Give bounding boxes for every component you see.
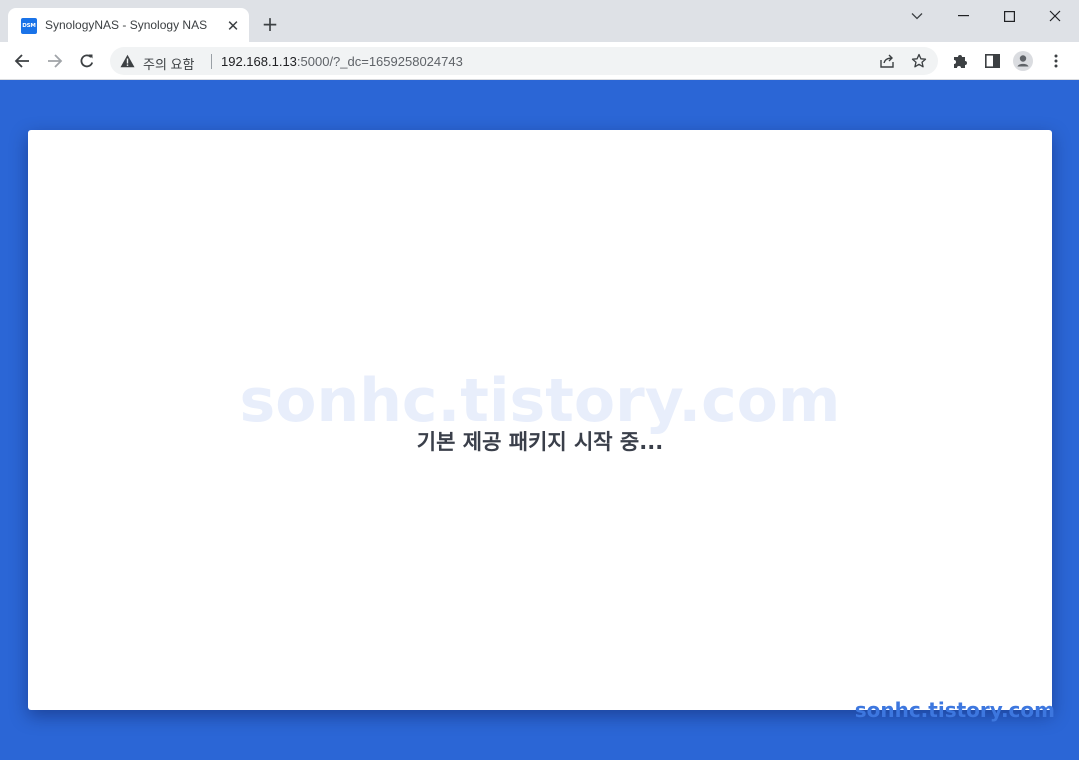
- back-arrow-icon: [14, 54, 29, 68]
- minimize-button[interactable]: [940, 0, 986, 32]
- share-button[interactable]: [878, 52, 896, 70]
- loading-status-text: 기본 제공 패키지 시작 중...: [416, 430, 664, 454]
- url-text[interactable]: 192.168.1.13:5000/?_dc=1659258024743: [221, 54, 463, 69]
- side-panel-icon: [984, 54, 1000, 68]
- tab-strip: DSM SynologyNAS - Synology NAS ✕ +: [0, 0, 1079, 42]
- close-icon: [1049, 10, 1061, 22]
- browser-menu-button[interactable]: [1046, 51, 1066, 71]
- tab-search-button[interactable]: [894, 0, 940, 32]
- side-panel-button[interactable]: [982, 51, 1002, 71]
- url-path: :5000/?_dc=1659258024743: [296, 54, 463, 69]
- url-host: 192.168.1.13: [221, 54, 297, 69]
- maximize-button[interactable]: [986, 0, 1032, 32]
- browser-toolbar: 주의 요함 192.168.1.13:5000/?_dc=16592580247…: [0, 42, 1079, 80]
- tab-close-button[interactable]: ✕: [224, 17, 242, 35]
- reload-icon: [80, 54, 94, 68]
- browser-tab[interactable]: DSM SynologyNAS - Synology NAS ✕: [8, 8, 249, 42]
- new-tab-button[interactable]: +: [259, 13, 281, 35]
- loading-card: sonhc.tistory.com 기본 제공 패키지 시작 중...: [28, 130, 1052, 710]
- kebab-menu-icon: [1054, 54, 1058, 68]
- back-button[interactable]: [10, 49, 34, 73]
- bookmark-button[interactable]: [910, 52, 928, 70]
- forward-arrow-icon: [48, 54, 63, 68]
- close-window-button[interactable]: [1032, 0, 1078, 32]
- security-status-label[interactable]: 주의 요함: [143, 54, 194, 73]
- warning-icon[interactable]: [120, 54, 135, 68]
- dsm-favicon-icon: DSM: [21, 18, 37, 34]
- address-bar[interactable]: 주의 요함 192.168.1.13:5000/?_dc=16592580247…: [110, 47, 938, 75]
- reload-button[interactable]: [75, 49, 99, 73]
- extensions-button[interactable]: [950, 51, 970, 71]
- puzzle-icon: [954, 55, 967, 68]
- dsm-page: sonhc.tistory.com 기본 제공 패키지 시작 중... sonh…: [0, 81, 1079, 760]
- profile-button[interactable]: [1013, 51, 1033, 71]
- corner-watermark-text: sonhc.tistory.com: [854, 698, 1055, 722]
- chevron-down-icon: [911, 13, 923, 20]
- minimize-icon: [957, 15, 969, 17]
- share-icon: [880, 54, 894, 68]
- star-icon: [911, 53, 927, 68]
- tab-title: SynologyNAS - Synology NAS: [45, 18, 208, 32]
- maximize-icon: [1003, 10, 1015, 22]
- profile-icon: [1013, 51, 1033, 71]
- omnibox-divider: [211, 54, 212, 69]
- forward-button[interactable]: [43, 49, 67, 73]
